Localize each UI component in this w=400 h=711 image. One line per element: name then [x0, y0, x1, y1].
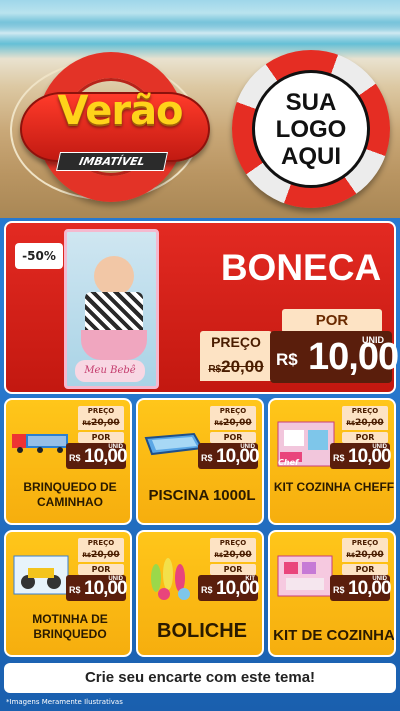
old-price: R$20,00 [200, 353, 272, 381]
bowling-set-image [151, 558, 190, 600]
price-label: PREÇO [342, 406, 388, 417]
product-card[interactable]: Chef PREÇO R$20,00 POR UNID R$ 10,00 KIT C… [268, 398, 396, 525]
old-price: R$20,00 [78, 417, 124, 430]
doll-skirt [81, 330, 147, 360]
page-subtitle: IMBATÍVEL [55, 152, 169, 171]
price-label: PREÇO [210, 538, 256, 549]
hero-banner: Verão IMBATÍVEL SUA LOGO AQUI [0, 0, 400, 218]
old-price: R$20,00 [342, 417, 388, 430]
product-name: KIT COZINHA CHEFF [273, 480, 395, 494]
por-label: POR [342, 432, 388, 443]
price-label: PREÇO [210, 406, 256, 417]
por-label: POR [78, 564, 124, 575]
por-label: POR [282, 309, 382, 333]
old-currency: R$ [208, 364, 222, 375]
price-tag: KIT R$ 10,00 [198, 575, 260, 601]
price-tag: UNID R$ 10,00 [330, 443, 392, 469]
price-label: PREÇO [342, 538, 388, 549]
product-name: MOTINHA DE BRINQUEDO [32, 612, 108, 641]
price-label: PREÇO [78, 538, 124, 549]
logo-line: LOGO [275, 115, 347, 143]
logo-placeholder[interactable]: SUA LOGO AQUI [232, 50, 390, 208]
price-value: 10,00 [308, 336, 399, 378]
price-tag: UNID R$ 10,00 [66, 443, 128, 469]
disclaimer: *Imagens Meramente Ilustrativas [6, 698, 123, 706]
old-price: R$20,00 [342, 549, 388, 562]
product-name: PISCINA 1000L [148, 487, 256, 504]
product-name: BOLICHE [157, 620, 247, 642]
price-tag: UNID R$ 10,00 [66, 575, 128, 601]
logo-line: AQUI [281, 142, 341, 170]
featured-title: BONECA [220, 247, 382, 288]
price-tag: UNID R$ 10,00 [198, 443, 260, 469]
box-label: Chef [278, 458, 299, 467]
cta-banner[interactable]: Crie seu encarte com este tema! [4, 663, 396, 693]
doll-dress [85, 292, 143, 332]
product-name: BRINQUEDO DE CAMINHAO [23, 480, 117, 509]
old-price: R$20,00 [210, 417, 256, 430]
doll-head [94, 256, 134, 296]
price-label: PREÇO [200, 331, 272, 353]
old-amount: 20,00 [221, 357, 264, 376]
por-label: POR [210, 432, 256, 443]
price-tag: UNID R$ 10,00 [270, 331, 399, 383]
por-label: POR [210, 564, 256, 575]
pool-image [144, 432, 204, 456]
price-label: PREÇO [78, 406, 124, 417]
por-label: POR [342, 564, 388, 575]
kitchen-kit-image [277, 555, 333, 597]
product-card[interactable]: PREÇO R$20,00 POR UNID R$ 10,00 BRINQUEDO … [4, 398, 132, 525]
product-card[interactable]: PREÇO R$20,00 POR UNID R$ 10,00 MOTINHA DE… [4, 530, 132, 657]
currency: R$ [276, 350, 298, 369]
old-price: R$20,00 [210, 549, 256, 562]
product-card[interactable]: PREÇO R$20,00 POR UNID R$ 10,00 KIT DE COZ… [268, 530, 396, 657]
old-price: R$20,00 [78, 549, 124, 562]
toy-motorbike-image [13, 555, 69, 595]
product-card[interactable]: PREÇO R$20,00 POR KIT R$ 10,00 BOLICHE [136, 530, 264, 657]
featured-product-card[interactable]: -50% Meu Bebê BONECA POR PREÇO R$20,00 U… [4, 221, 399, 394]
logo-circle: SUA LOGO AQUI [252, 70, 370, 188]
logo-line: SUA [285, 88, 337, 116]
product-card[interactable]: PREÇO R$20,00 POR UNID R$ 10,00 PISCINA 10… [136, 398, 264, 525]
doll-image: Meu Bebê [64, 229, 159, 389]
price-tag: UNID R$ 10,00 [330, 575, 392, 601]
discount-badge: -50% [15, 243, 63, 269]
box-brand: Meu Bebê [75, 360, 145, 382]
page-title: Verão [57, 88, 183, 134]
por-label: POR [78, 432, 124, 443]
sea-foam [0, 22, 400, 44]
product-name: KIT DE COZINHA [273, 627, 395, 644]
truck-toy-image [12, 434, 68, 453]
